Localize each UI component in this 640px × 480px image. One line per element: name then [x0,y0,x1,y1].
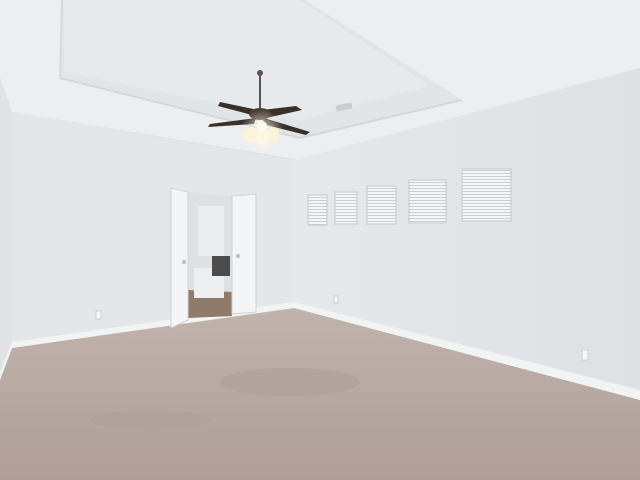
bathroom-cabinet [212,256,230,276]
window-4 [408,179,447,224]
door-knob-left[interactable] [182,260,186,264]
left-door[interactable] [170,187,189,329]
left-wall [0,78,12,380]
light-fixture-icon [240,110,284,154]
right-door[interactable] [231,193,257,315]
window-3 [366,185,397,225]
window-2 [334,191,358,225]
door-knob-right[interactable] [236,254,240,258]
electrical-outlet-icon [581,349,589,361]
window-1 [307,194,328,226]
electrical-outlet-icon [95,310,102,320]
window-5 [461,168,512,222]
bathroom-mirror [198,206,224,256]
electrical-outlet-icon [333,295,339,304]
room-scene [0,0,640,480]
